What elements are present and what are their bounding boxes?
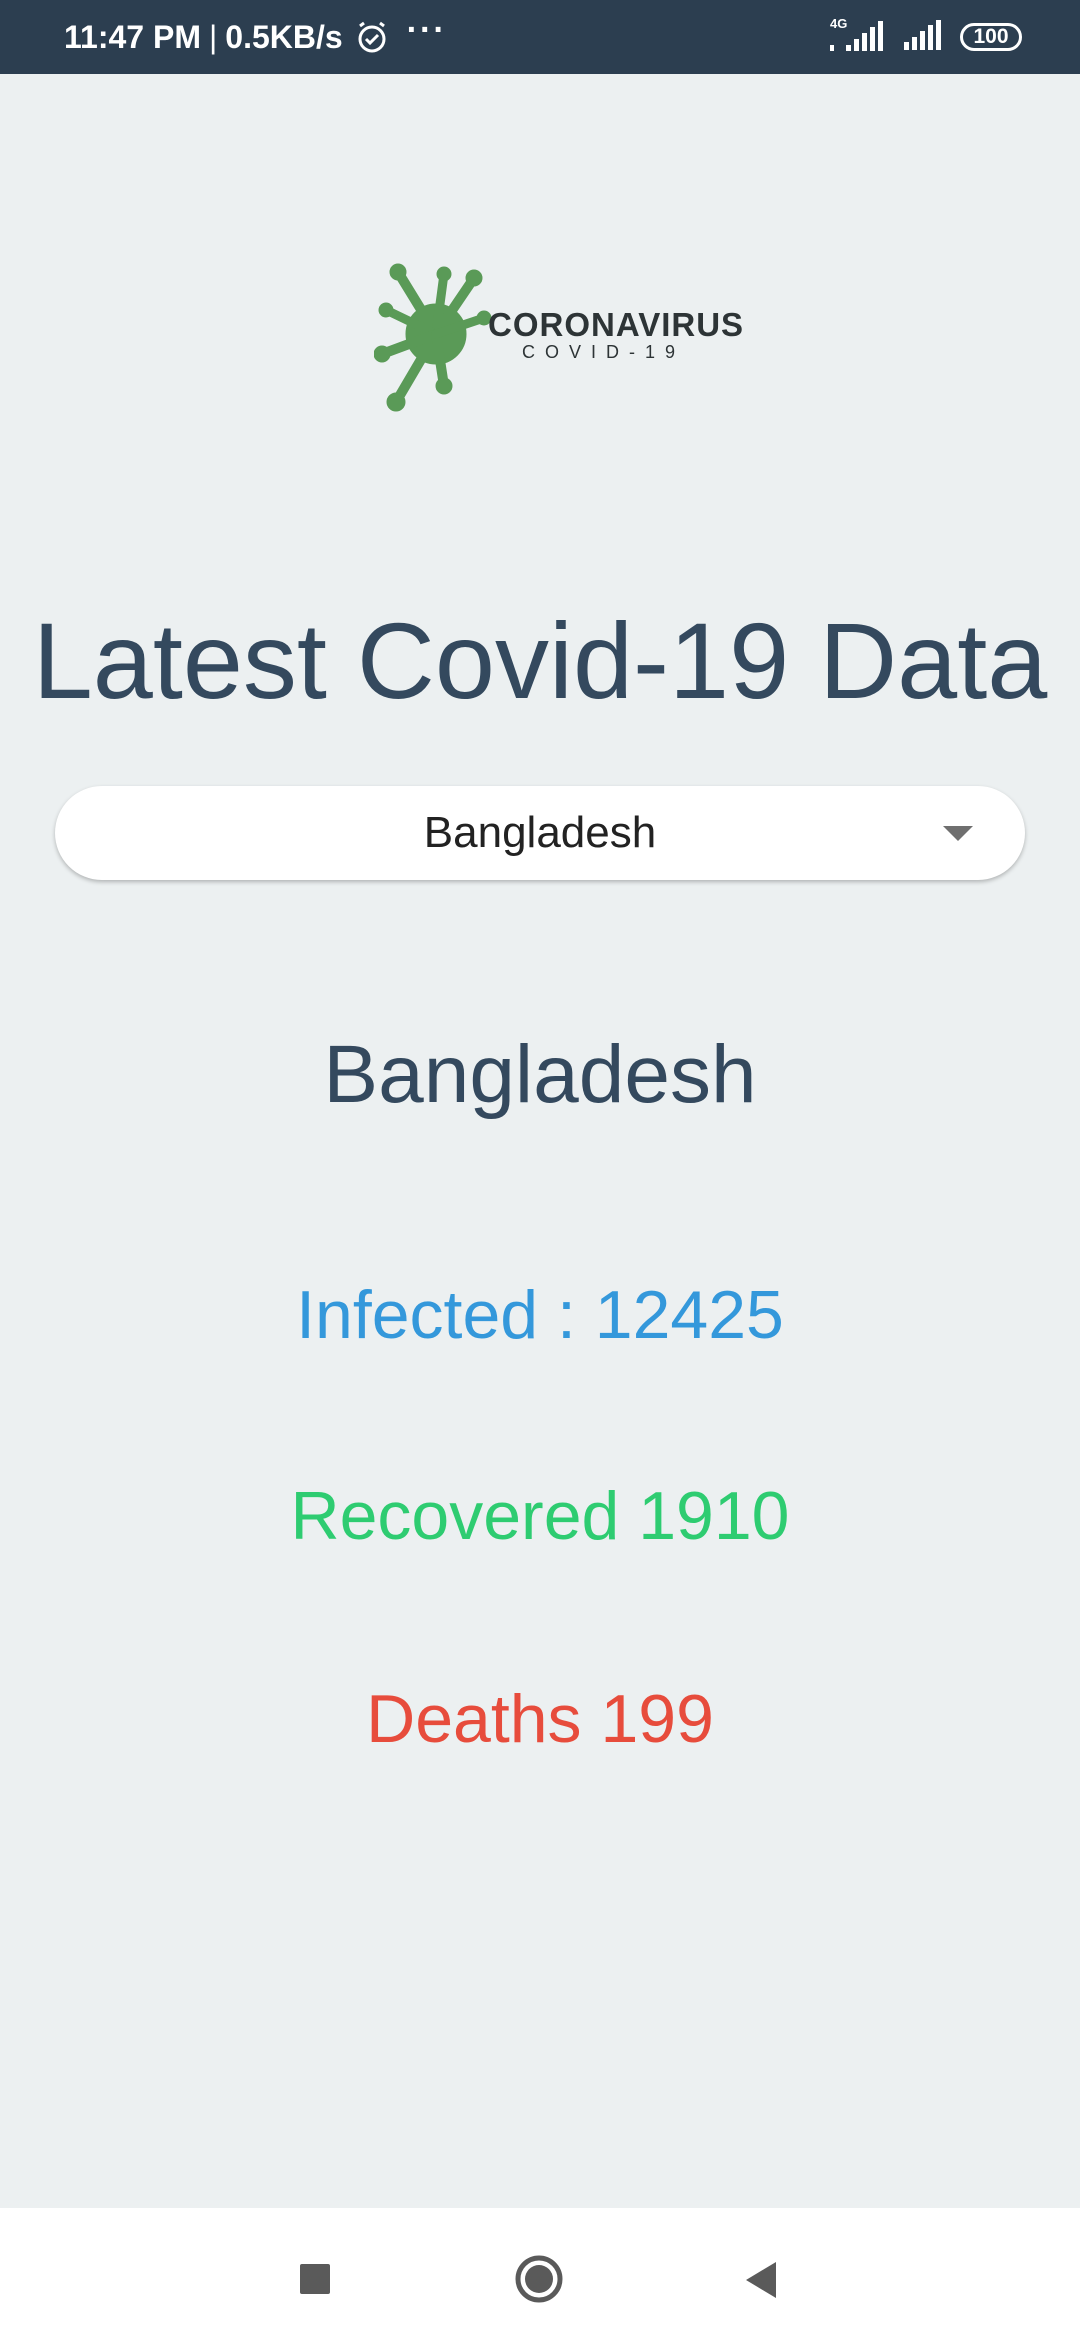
country-dropdown[interactable]: Bangladesh xyxy=(55,786,1025,880)
status-net-speed: 0.5KB/s xyxy=(225,18,343,55)
status-right: 4G 100 xyxy=(826,0,1022,74)
status-time: 11:47 PM xyxy=(64,18,201,55)
signal-icon xyxy=(902,18,946,57)
recovered-count: Recovered 1910 xyxy=(290,1478,790,1554)
page-title: Latest Covid-19 Data xyxy=(32,600,1048,721)
chevron-down-icon xyxy=(943,826,973,841)
coronavirus-logo: CORONAVIRUS COVID-19 xyxy=(373,262,745,412)
infected-count: Infected : 12425 xyxy=(296,1277,784,1353)
more-notifications-icon: ··· xyxy=(406,10,447,49)
logo-title: CORONAVIRUS xyxy=(488,306,745,343)
back-icon[interactable] xyxy=(744,2260,778,2300)
status-bar: 11:47 PM | 0.5KB/s ··· 4G 100 xyxy=(0,0,1080,74)
country-name: Bangladesh xyxy=(323,1029,757,1120)
home-icon[interactable] xyxy=(514,2254,564,2304)
recents-icon[interactable] xyxy=(300,2264,330,2294)
navigation-bar xyxy=(0,2208,1080,2340)
deaths-count: Deaths 199 xyxy=(366,1681,714,1757)
status-separator: | xyxy=(208,18,218,55)
battery-icon: 100 xyxy=(960,23,1022,51)
network-type-label: 4G xyxy=(830,16,847,31)
status-left: 11:47 PM | 0.5KB/s ··· xyxy=(64,0,447,74)
selected-country: Bangladesh xyxy=(423,808,657,857)
alarm-icon xyxy=(355,20,389,54)
signal-4g-icon: 4G xyxy=(826,15,888,60)
logo-subtitle: COVID-19 xyxy=(522,342,686,362)
virus-icon xyxy=(373,263,492,412)
